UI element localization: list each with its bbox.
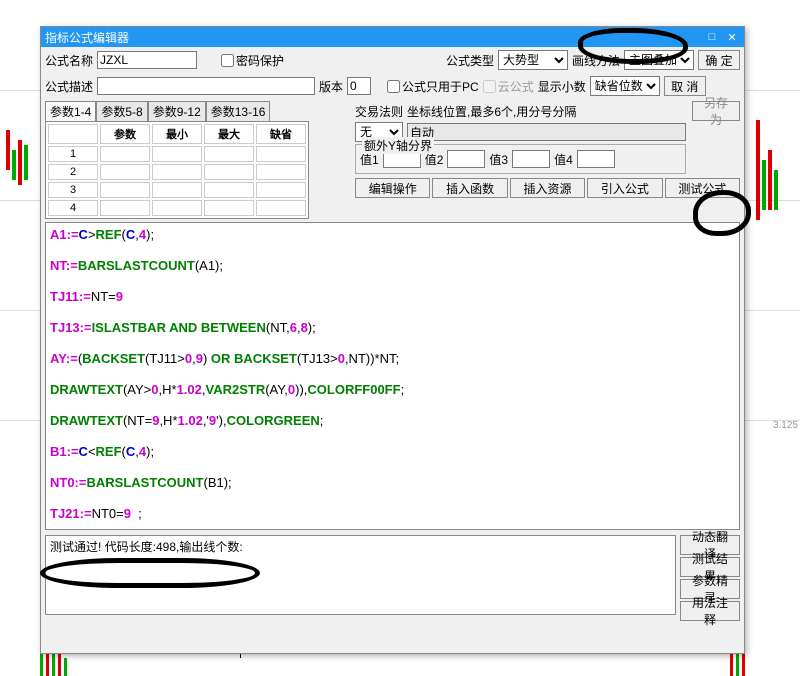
maximize-icon[interactable]: □ <box>704 30 720 44</box>
status-box: 测试通过! 代码长度:498,输出线个数: <box>45 535 676 615</box>
save-as-button[interactable]: 另存为 <box>692 101 740 121</box>
param-grid[interactable]: 参数 最小 最大 缺省 1 2 3 4 <box>45 121 309 219</box>
confirm-button[interactable]: 确 定 <box>698 50 740 70</box>
draw-method-select[interactable]: 主图叠加 <box>624 50 694 70</box>
extra-y-group: 额外Y轴分界 值1 值2 值3 值4 <box>355 144 686 174</box>
param-tabs: 参数1-4 参数5-8 参数9-12 参数13-16 <box>45 101 351 121</box>
version-label: 版本 <box>319 78 343 95</box>
close-icon[interactable]: ✕ <box>724 30 740 44</box>
edit-op-button[interactable]: 编辑操作 <box>355 178 430 198</box>
password-protect-checkbox[interactable]: 密码保护 <box>221 52 284 69</box>
formula-name-input[interactable] <box>97 51 197 69</box>
formula-desc-label: 公式描述 <box>45 78 93 95</box>
pc-only-checkbox[interactable]: 公式只用于PC <box>387 78 479 95</box>
show-decimal-label: 显示小数 <box>538 78 586 95</box>
table-row: 2 <box>48 164 306 180</box>
formula-type-select[interactable]: 大势型 <box>498 50 568 70</box>
status-text: 测试通过! 代码长度:498,输出线个数: <box>50 540 243 554</box>
insert-fn-button[interactable]: 插入函数 <box>432 178 507 198</box>
trading-rule-label: 交易法则 <box>355 103 403 120</box>
side-buttons: 动态翻译 测试结果 参数精灵 用法注释 <box>680 535 740 621</box>
col-max: 最大 <box>204 124 254 144</box>
import-formula-button[interactable]: 引入公式 <box>587 178 662 198</box>
y-val2-input[interactable] <box>447 150 485 168</box>
action-row: 编辑操作 插入函数 插入资源 引入公式 测试公式 <box>355 178 740 198</box>
col-default: 缺省 <box>256 124 306 144</box>
coord-pos-label: 坐标线位置,最多6个,用分号分隔 <box>407 103 686 120</box>
y-val3-input[interactable] <box>512 150 550 168</box>
formula-type-label: 公式类型 <box>446 52 494 69</box>
row-formula-desc: 公式描述 版本 公式只用于PC 云公式 显示小数 缺省位数 取 消 <box>41 73 744 99</box>
show-decimal-select[interactable]: 缺省位数 <box>590 76 660 96</box>
test-formula-button[interactable]: 测试公式 <box>665 178 740 198</box>
draw-method-label: 画线方法 <box>572 52 620 69</box>
cancel-button[interactable]: 取 消 <box>664 76 706 96</box>
titlebar: 指标公式编辑器 □ ✕ <box>41 27 744 47</box>
col-min: 最小 <box>152 124 202 144</box>
tab-params-9-12[interactable]: 参数9-12 <box>148 101 206 121</box>
tab-params-5-8[interactable]: 参数5-8 <box>96 101 147 121</box>
formula-name-label: 公式名称 <box>45 52 93 69</box>
table-row: 1 <box>48 146 306 162</box>
table-row: 4 <box>48 200 306 216</box>
bottom-row: 测试通过! 代码长度:498,输出线个数: 动态翻译 测试结果 参数精灵 用法注… <box>45 535 740 621</box>
insert-res-button[interactable]: 插入资源 <box>510 178 585 198</box>
window-title: 指标公式编辑器 <box>45 29 700 46</box>
formula-desc-input[interactable] <box>97 77 315 95</box>
coord-pos-input[interactable] <box>407 123 686 141</box>
cloud-formula-checkbox: 云公式 <box>483 78 534 95</box>
tab-params-13-16[interactable]: 参数13-16 <box>206 101 271 121</box>
col-param: 参数 <box>100 124 150 144</box>
tab-params-1-4[interactable]: 参数1-4 <box>45 101 96 121</box>
right-control-panel: 交易法则 坐标线位置,最多6个,用分号分隔 无 额外Y轴分界 值1 值2 值3 <box>351 99 744 219</box>
version-input[interactable] <box>347 77 371 95</box>
y-val4-input[interactable] <box>577 150 615 168</box>
formula-editor-window: 指标公式编辑器 □ ✕ 公式名称 密码保护 公式类型 大势型 画线方法 主图叠加… <box>40 26 745 654</box>
code-editor[interactable]: A1:=C>REF(C,4); NT:=BARSLASTCOUNT(A1); T… <box>45 222 740 530</box>
table-row: 3 <box>48 182 306 198</box>
usage-note-button[interactable]: 用法注释 <box>680 601 740 621</box>
row-formula-name: 公式名称 密码保护 公式类型 大势型 画线方法 主图叠加 确 定 <box>41 47 744 73</box>
